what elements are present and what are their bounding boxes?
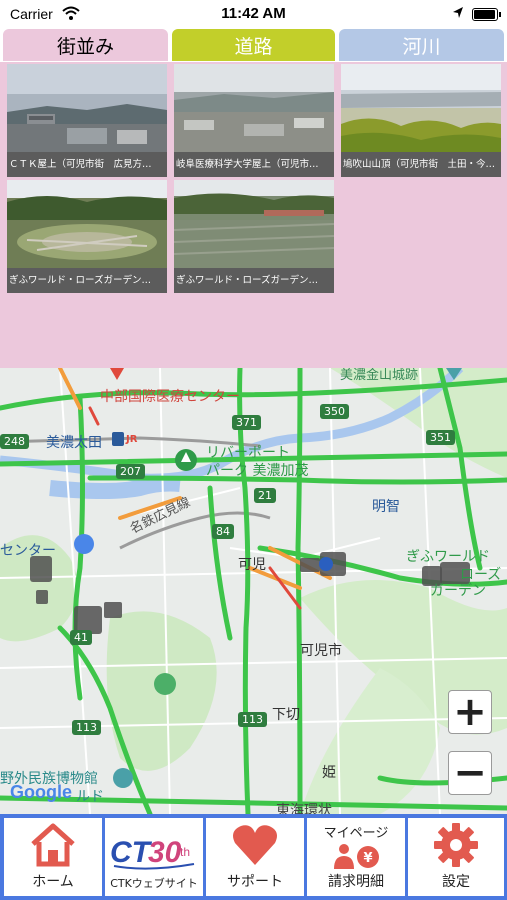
route-shield: 84 bbox=[212, 524, 234, 539]
battery-icon bbox=[472, 8, 501, 21]
camera-image bbox=[7, 64, 167, 152]
nav-top-label: マイページ bbox=[323, 826, 389, 841]
category-tabs: 街並み 道路 河川 bbox=[0, 28, 507, 62]
map-label: 美濃太田 bbox=[46, 435, 102, 451]
camera-thumbnail[interactable]: ＣＴＫ屋上（可児市街 広見方… bbox=[7, 64, 167, 177]
camera-panel: ＣＴＫ屋上（可児市街 広見方… 岐阜医療科学大学屋上（可児市… 鳩吹山山頂（可児… bbox=[0, 62, 507, 368]
svg-text:CT: CT bbox=[110, 836, 153, 869]
map-label: ぎふワールド bbox=[406, 549, 490, 565]
zoom-in-button[interactable]: + bbox=[448, 690, 492, 734]
map-label: 姫 bbox=[322, 765, 336, 781]
map-label: 東海環状 bbox=[276, 803, 332, 814]
status-bar: Carrier 11:42 AM bbox=[0, 0, 507, 28]
jr-icon bbox=[112, 432, 124, 446]
map-label: JR bbox=[126, 434, 138, 445]
nav-support[interactable]: サポート bbox=[206, 818, 304, 896]
camera-image bbox=[341, 64, 501, 152]
map-label: 中部国際医療センター bbox=[100, 389, 240, 405]
route-shield: 207 bbox=[116, 464, 145, 479]
location-arrow-icon bbox=[453, 7, 463, 18]
tab-townscape[interactable]: 街並み bbox=[3, 29, 168, 61]
traffic-map[interactable]: 350 371 248 207 351 21 84 41 113 113 美濃金… bbox=[0, 368, 507, 814]
map-label: 下切 bbox=[272, 707, 300, 723]
nav-label: ホーム bbox=[32, 874, 74, 890]
camera-image bbox=[174, 64, 334, 152]
tab-river[interactable]: 河川 bbox=[339, 29, 504, 61]
camera-caption: 鳩吹山山頂（可児市街 土田・今… bbox=[341, 152, 501, 177]
tab-road[interactable]: 道路 bbox=[172, 29, 335, 61]
zoom-out-icon: − bbox=[453, 750, 487, 796]
camera-thumbnail[interactable]: ぎふワールド・ローズガーデン… bbox=[174, 180, 334, 293]
map-label: 美濃金山城跡 bbox=[340, 368, 419, 383]
map-label: 可児市 bbox=[300, 643, 342, 659]
ctk-30th-logo-icon: CT 30 th bbox=[110, 836, 195, 870]
nav-label: サポート bbox=[227, 874, 283, 890]
heart-icon bbox=[233, 825, 277, 865]
zoom-in-icon: + bbox=[453, 689, 487, 735]
nav-home[interactable]: ホーム bbox=[4, 818, 102, 896]
route-shield: 41 bbox=[70, 630, 92, 645]
svg-text:¥: ¥ bbox=[363, 851, 372, 866]
map-label: リバーポート bbox=[206, 445, 290, 461]
nav-ctk-website[interactable]: CT 30 th CTKウェブサイト bbox=[105, 818, 203, 896]
google-logo: Google bbox=[10, 782, 72, 802]
gear-icon bbox=[434, 823, 478, 867]
map-label: 明智 bbox=[372, 499, 400, 515]
route-shield: 371 bbox=[232, 415, 261, 430]
camera-caption: ＣＴＫ屋上（可児市街 広見方… bbox=[7, 152, 167, 177]
clock: 11:42 AM bbox=[221, 5, 286, 22]
user-yen-icon: ¥ bbox=[334, 844, 379, 869]
camera-caption: ぎふワールド・ローズガーデン… bbox=[7, 268, 167, 293]
camera-caption: 岐阜医療科学大学屋上（可児市… bbox=[174, 152, 334, 177]
camera-thumbnail[interactable]: ぎふワールド・ローズガーデン… bbox=[7, 180, 167, 293]
nav-label: 請求明細 bbox=[328, 874, 384, 890]
nav-label: 設定 bbox=[442, 874, 470, 890]
svg-text:th: th bbox=[180, 845, 190, 859]
route-shield: 248 bbox=[0, 434, 29, 449]
route-shield: 113 bbox=[72, 720, 101, 735]
nav-label: CTKウェブサイト bbox=[110, 877, 198, 890]
nav-billing[interactable]: マイページ ¥ 請求明細 bbox=[307, 818, 405, 896]
camera-caption: ぎふワールド・ローズガーデン… bbox=[174, 268, 334, 293]
zoom-out-button[interactable]: − bbox=[448, 751, 492, 795]
svg-text:30: 30 bbox=[148, 836, 182, 869]
home-icon bbox=[31, 823, 75, 867]
route-shield: 113 bbox=[238, 712, 267, 727]
route-shield: 350 bbox=[320, 404, 349, 419]
camera-thumbnail[interactable]: 鳩吹山山頂（可児市街 土田・今… bbox=[341, 64, 501, 177]
map-label: ルド bbox=[76, 789, 104, 805]
map-label: センター bbox=[0, 543, 56, 559]
camera-image bbox=[7, 180, 167, 268]
camera-thumbnail[interactable]: 岐阜医療科学大学屋上（可児市… bbox=[174, 64, 334, 177]
route-shield: 21 bbox=[254, 488, 276, 503]
map-label: 可児 bbox=[238, 557, 266, 573]
map-label: パーク 美濃加茂 bbox=[206, 463, 309, 479]
bottom-nav: ホーム CT 30 th CTKウェブサイト サポート マイページ ¥ 請求明細 bbox=[0, 814, 507, 900]
camera-image bbox=[174, 180, 334, 268]
route-shield: 351 bbox=[426, 430, 455, 445]
map-label: ガーデン bbox=[430, 583, 486, 599]
nav-settings[interactable]: 設定 bbox=[408, 818, 504, 896]
